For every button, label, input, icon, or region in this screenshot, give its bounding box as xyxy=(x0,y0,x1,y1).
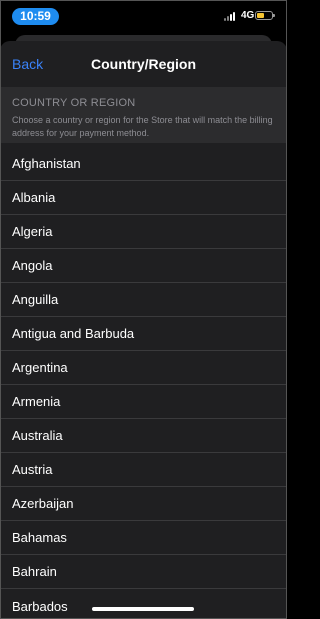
network-type: 4G xyxy=(241,10,255,21)
home-indicator[interactable] xyxy=(92,607,194,611)
country-label: Bahrain xyxy=(12,564,57,579)
list-item[interactable]: Barbados xyxy=(0,589,287,619)
country-label: Antigua and Barbuda xyxy=(12,326,135,341)
country-label: Armenia xyxy=(12,394,61,409)
country-region-sheet: Back Country/Region COUNTRY OR REGION Ch… xyxy=(0,41,287,619)
country-label: Albania xyxy=(12,190,56,205)
list-item[interactable]: Angola xyxy=(0,249,287,283)
list-item[interactable]: Argentina xyxy=(0,351,287,385)
page-title: Country/Region xyxy=(91,56,196,72)
country-label: Anguilla xyxy=(12,292,59,307)
list-item[interactable]: Anguilla xyxy=(0,283,287,317)
country-list: Afghanistan Albania Algeria Angola Angui… xyxy=(0,147,287,619)
list-item[interactable]: Austria xyxy=(0,453,287,487)
country-label: Argentina xyxy=(12,360,68,375)
country-label: Bahamas xyxy=(12,530,67,545)
list-item[interactable]: Antigua and Barbuda xyxy=(0,317,287,351)
country-label: Barbados xyxy=(12,598,68,614)
country-label: Austria xyxy=(12,462,53,477)
navigation-bar: Back Country/Region xyxy=(0,41,287,87)
list-item[interactable]: Algeria xyxy=(0,215,287,249)
list-item[interactable]: Albania xyxy=(0,181,287,215)
country-label: Australia xyxy=(12,428,63,443)
battery-icon xyxy=(255,11,275,20)
cellular-signal-icon xyxy=(224,12,238,21)
section-header: COUNTRY OR REGION Choose a country or re… xyxy=(0,87,287,143)
list-item[interactable]: Azerbaijan xyxy=(0,487,287,521)
list-item[interactable]: Bahrain xyxy=(0,555,287,589)
list-item[interactable]: Armenia xyxy=(0,385,287,419)
country-label: Afghanistan xyxy=(12,156,81,171)
section-description: Choose a country or region for the Store… xyxy=(12,115,273,138)
country-label: Algeria xyxy=(12,224,53,239)
section-title: COUNTRY OR REGION xyxy=(12,97,136,109)
list-item[interactable]: Australia xyxy=(0,419,287,453)
country-label: Azerbaijan xyxy=(12,496,74,511)
country-label: Angola xyxy=(12,258,53,273)
list-item[interactable]: Bahamas xyxy=(0,521,287,555)
status-time[interactable]: 10:59 xyxy=(12,8,59,25)
status-bar: 10:59 4G xyxy=(0,0,287,30)
list-item[interactable]: Afghanistan xyxy=(0,147,287,181)
